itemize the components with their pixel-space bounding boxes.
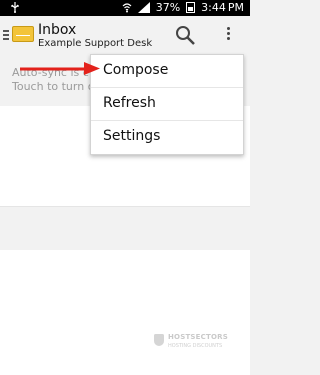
signal-icon [137,2,150,13]
list-panel-lower [0,250,250,375]
annotation-arrow-icon [20,62,100,75]
action-bar: Inbox Example Support Desk [0,16,250,55]
menu-item-label: Refresh [103,95,156,111]
sync-line-2: Touch to turn o [12,80,95,93]
menu-item-compose[interactable]: Compose [91,55,243,88]
status-bar: 37% 3:44 PM [0,0,250,16]
battery-percent: 37% [155,1,181,14]
overflow-menu-icon[interactable] [224,25,232,45]
clock-time: 3:44 [201,1,226,14]
search-icon[interactable] [174,24,196,46]
menu-item-label: Compose [103,62,169,78]
shield-icon [154,334,164,346]
watermark-line-2: HOSTING DISCOUNTS [168,343,223,349]
battery-icon [186,2,196,13]
menu-item-label: Settings [103,128,161,144]
menu-item-settings[interactable]: Settings [91,121,243,154]
watermark-line-1: HOSTSECTORS [168,333,228,341]
overflow-menu: Compose Refresh Settings [90,54,244,155]
inbox-title: Inbox [38,22,77,38]
desk-subtitle: Example Support Desk [38,38,153,49]
menu-item-refresh[interactable]: Refresh [91,88,243,121]
status-right: 37% 3:44 PM [122,1,244,14]
usb-icon [11,2,19,13]
app-icon[interactable] [12,26,34,42]
watermark-logo: HOSTSECTORS HOSTING DISCOUNTS [152,332,228,354]
clock-ampm: PM [227,1,244,14]
wifi-icon [122,2,132,12]
drawer-icon[interactable] [3,28,9,42]
clock: 3:44 PM [201,1,244,14]
